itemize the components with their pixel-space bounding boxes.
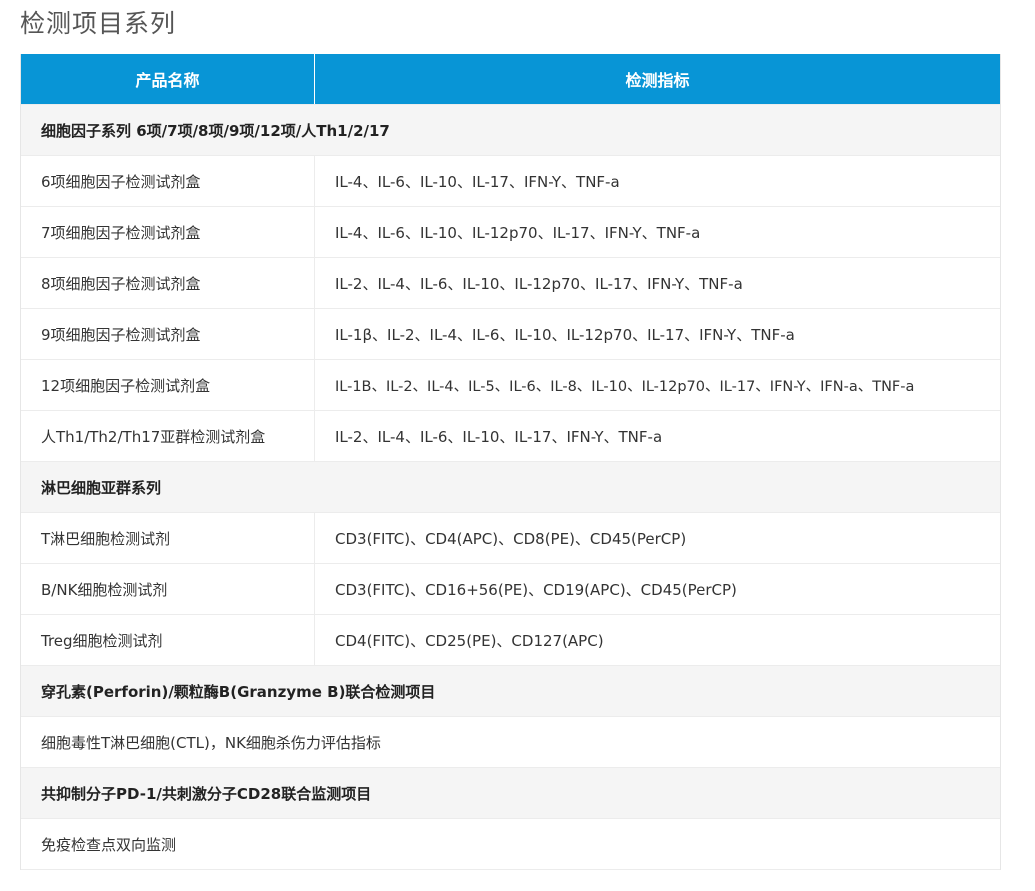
table-row: Treg细胞检测试剂 CD4(FITC)、CD25(PE)、CD127(APC) bbox=[21, 614, 1000, 665]
table-row: 8项细胞因子检测试剂盒 IL-2、IL-4、IL-6、IL-10、IL-12p7… bbox=[21, 257, 1000, 308]
indicator-cell: IL-1β、IL-2、IL-4、IL-6、IL-10、IL-12p70、IL-1… bbox=[335, 325, 795, 344]
product-name-cell: 12项细胞因子检测试剂盒 bbox=[21, 360, 315, 410]
table-row: T淋巴细胞检测试剂 CD3(FITC)、CD4(APC)、CD8(PE)、CD4… bbox=[21, 512, 1000, 563]
table-row: 12项细胞因子检测试剂盒 IL-1B、IL-2、IL-4、IL-5、IL-6、I… bbox=[21, 359, 1000, 410]
section-title: 共抑制分子PD-1/共刺激分子CD28联合监测项目 bbox=[41, 784, 372, 803]
section-row-cytokines: 细胞因子系列 6项/7项/8项/9项/12项/人Th1/2/17 bbox=[21, 104, 1000, 155]
section-title: 淋巴细胞亚群系列 bbox=[41, 478, 162, 497]
table-row: 人Th1/Th2/Th17亚群检测试剂盒 IL-2、IL-4、IL-6、IL-1… bbox=[21, 410, 1000, 461]
table-row: 细胞毒性T淋巴细胞(CTL)，NK细胞杀伤力评估指标 bbox=[21, 716, 1000, 767]
page-title: 检测项目系列 bbox=[20, 9, 177, 38]
header-product-name: 产品名称 bbox=[21, 54, 315, 104]
table-row: 9项细胞因子检测试剂盒 IL-1β、IL-2、IL-4、IL-6、IL-10、I… bbox=[21, 308, 1000, 359]
indicator-cell: IL-2、IL-4、IL-6、IL-10、IL-12p70、IL-17、IFN-… bbox=[335, 274, 743, 293]
indicator-cell: CD3(FITC)、CD16+56(PE)、CD19(APC)、CD45(Per… bbox=[335, 580, 737, 599]
indicator-cell: CD3(FITC)、CD4(APC)、CD8(PE)、CD45(PerCP) bbox=[335, 529, 687, 548]
table-header: 产品名称 检测指标 bbox=[21, 54, 1000, 104]
note-cell: 免疫检查点双向监测 bbox=[41, 835, 177, 854]
product-name-cell: 7项细胞因子检测试剂盒 bbox=[21, 207, 315, 257]
product-name-cell: 9项细胞因子检测试剂盒 bbox=[21, 309, 315, 359]
table-row: B/NK细胞检测试剂 CD3(FITC)、CD16+56(PE)、CD19(AP… bbox=[21, 563, 1000, 614]
section-row-lymphocytes: 淋巴细胞亚群系列 bbox=[21, 461, 1000, 512]
section-row-pd1-cd28: 共抑制分子PD-1/共刺激分子CD28联合监测项目 bbox=[21, 767, 1000, 818]
section-row-perforin: 穿孔素(Perforin)/颗粒酶B(Granzyme B)联合检测项目 bbox=[21, 665, 1000, 716]
product-name-cell: Treg细胞检测试剂 bbox=[21, 615, 315, 665]
table-row: 7项细胞因子检测试剂盒 IL-4、IL-6、IL-10、IL-12p70、IL-… bbox=[21, 206, 1000, 257]
table-row: 6项细胞因子检测试剂盒 IL-4、IL-6、IL-10、IL-17、IFN-Y、… bbox=[21, 155, 1000, 206]
product-name-cell: 6项细胞因子检测试剂盒 bbox=[21, 156, 315, 206]
section-title: 穿孔素(Perforin)/颗粒酶B(Granzyme B)联合检测项目 bbox=[41, 682, 436, 701]
note-cell: 细胞毒性T淋巴细胞(CTL)，NK细胞杀伤力评估指标 bbox=[41, 733, 381, 752]
header-test-indicator: 检测指标 bbox=[625, 71, 690, 90]
table-row: 免疫检查点双向监测 bbox=[21, 818, 1000, 870]
test-items-table: 产品名称 检测指标 细胞因子系列 6项/7项/8项/9项/12项/人Th1/2/… bbox=[20, 54, 1001, 870]
indicator-cell: IL-4、IL-6、IL-10、IL-12p70、IL-17、IFN-Y、TNF… bbox=[335, 223, 701, 242]
indicator-cell: CD4(FITC)、CD25(PE)、CD127(APC) bbox=[335, 631, 604, 650]
section-title: 细胞因子系列 6项/7项/8项/9项/12项/人Th1/2/17 bbox=[41, 121, 390, 140]
product-name-cell: 人Th1/Th2/Th17亚群检测试剂盒 bbox=[21, 411, 315, 461]
indicator-cell: IL-2、IL-4、IL-6、IL-10、IL-17、IFN-Y、TNF-a bbox=[335, 427, 663, 446]
indicator-cell: IL-1B、IL-2、IL-4、IL-5、IL-6、IL-8、IL-10、IL-… bbox=[335, 378, 915, 395]
product-name-cell: B/NK细胞检测试剂 bbox=[21, 564, 315, 614]
indicator-cell: IL-4、IL-6、IL-10、IL-17、IFN-Y、TNF-a bbox=[335, 172, 620, 191]
product-name-cell: T淋巴细胞检测试剂 bbox=[21, 513, 315, 563]
product-name-cell: 8项细胞因子检测试剂盒 bbox=[21, 258, 315, 308]
